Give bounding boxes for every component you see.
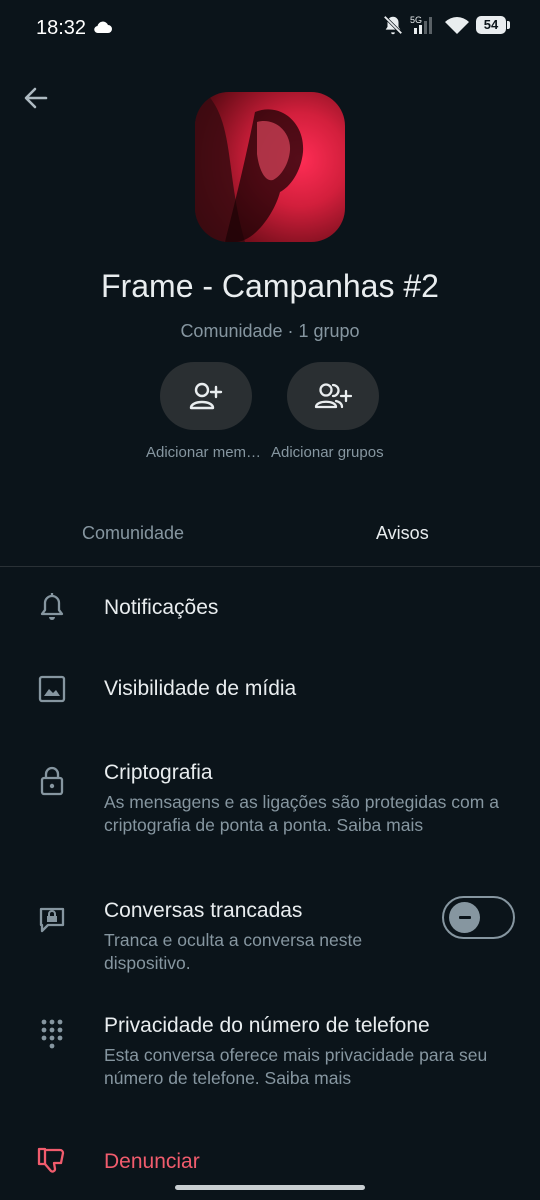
- tab-notices[interactable]: Avisos: [376, 523, 429, 544]
- signal-icon: 5G: [410, 15, 432, 34]
- phone-privacy-row[interactable]: Privacidade do número de telefone Esta c…: [0, 1008, 540, 1098]
- report-title: Denunciar: [104, 1150, 200, 1173]
- muted-bell-icon: [383, 15, 403, 35]
- phone-privacy-title: Privacidade do número de telefone: [104, 1014, 430, 1037]
- group-avatar[interactable]: [195, 92, 345, 242]
- status-icons: 5G 54: [382, 14, 510, 36]
- back-button[interactable]: [20, 82, 52, 114]
- group-title: Frame - Campanhas #2: [101, 268, 439, 304]
- network-type: 5G: [410, 15, 422, 25]
- notifications-title: Notificações: [104, 596, 219, 619]
- add-groups-button[interactable]: [287, 362, 379, 430]
- add-person-icon: [189, 382, 223, 410]
- report-row[interactable]: Denunciar: [0, 1140, 540, 1185]
- phone-privacy-description: Esta conversa oferece mais privacidade p…: [104, 1045, 488, 1088]
- cloud-icon: [94, 21, 112, 34]
- bell-icon: [40, 593, 64, 620]
- add-members-button[interactable]: [160, 362, 252, 430]
- locked-chats-description: Tranca e oculta a conversa neste disposi…: [104, 930, 363, 973]
- group-subtitle: Comunidade · 1 grupo: [180, 321, 360, 341]
- battery-indicator: 54: [476, 16, 510, 34]
- lock-icon: [40, 766, 64, 796]
- image-icon: [38, 675, 66, 703]
- locked-chats-title: Conversas trancadas: [104, 899, 303, 922]
- encryption-description: As mensagens e as ligações são protegida…: [104, 792, 499, 835]
- dialpad-icon: [41, 1019, 63, 1049]
- add-group-icon: [314, 383, 352, 409]
- chat-lock-icon: [39, 907, 65, 933]
- toggle-knob: [449, 902, 480, 933]
- notifications-row[interactable]: Notificações: [0, 585, 540, 635]
- thumbs-down-icon: [37, 1147, 65, 1173]
- encryption-title: Criptografia: [104, 761, 213, 784]
- media-visibility-title: Visibilidade de mídia: [104, 677, 297, 700]
- status-time: 18:32: [36, 17, 87, 39]
- add-members-label: Adicionar mem…: [146, 444, 262, 461]
- locked-chats-toggle[interactable]: [442, 896, 515, 939]
- encryption-row[interactable]: Criptografia As mensagens e as ligações …: [0, 755, 540, 865]
- home-indicator[interactable]: [175, 1185, 365, 1190]
- wifi-icon: [445, 17, 469, 34]
- status-bar: 18:32 5G 54: [0, 0, 540, 58]
- media-visibility-row[interactable]: Visibilidade de mídia: [0, 665, 540, 715]
- avatar-image: [195, 92, 304, 242]
- tab-community[interactable]: Comunidade: [82, 523, 184, 544]
- tab-bar: Comunidade Avisos: [0, 510, 540, 567]
- add-groups-label: Adicionar grupos: [271, 444, 384, 461]
